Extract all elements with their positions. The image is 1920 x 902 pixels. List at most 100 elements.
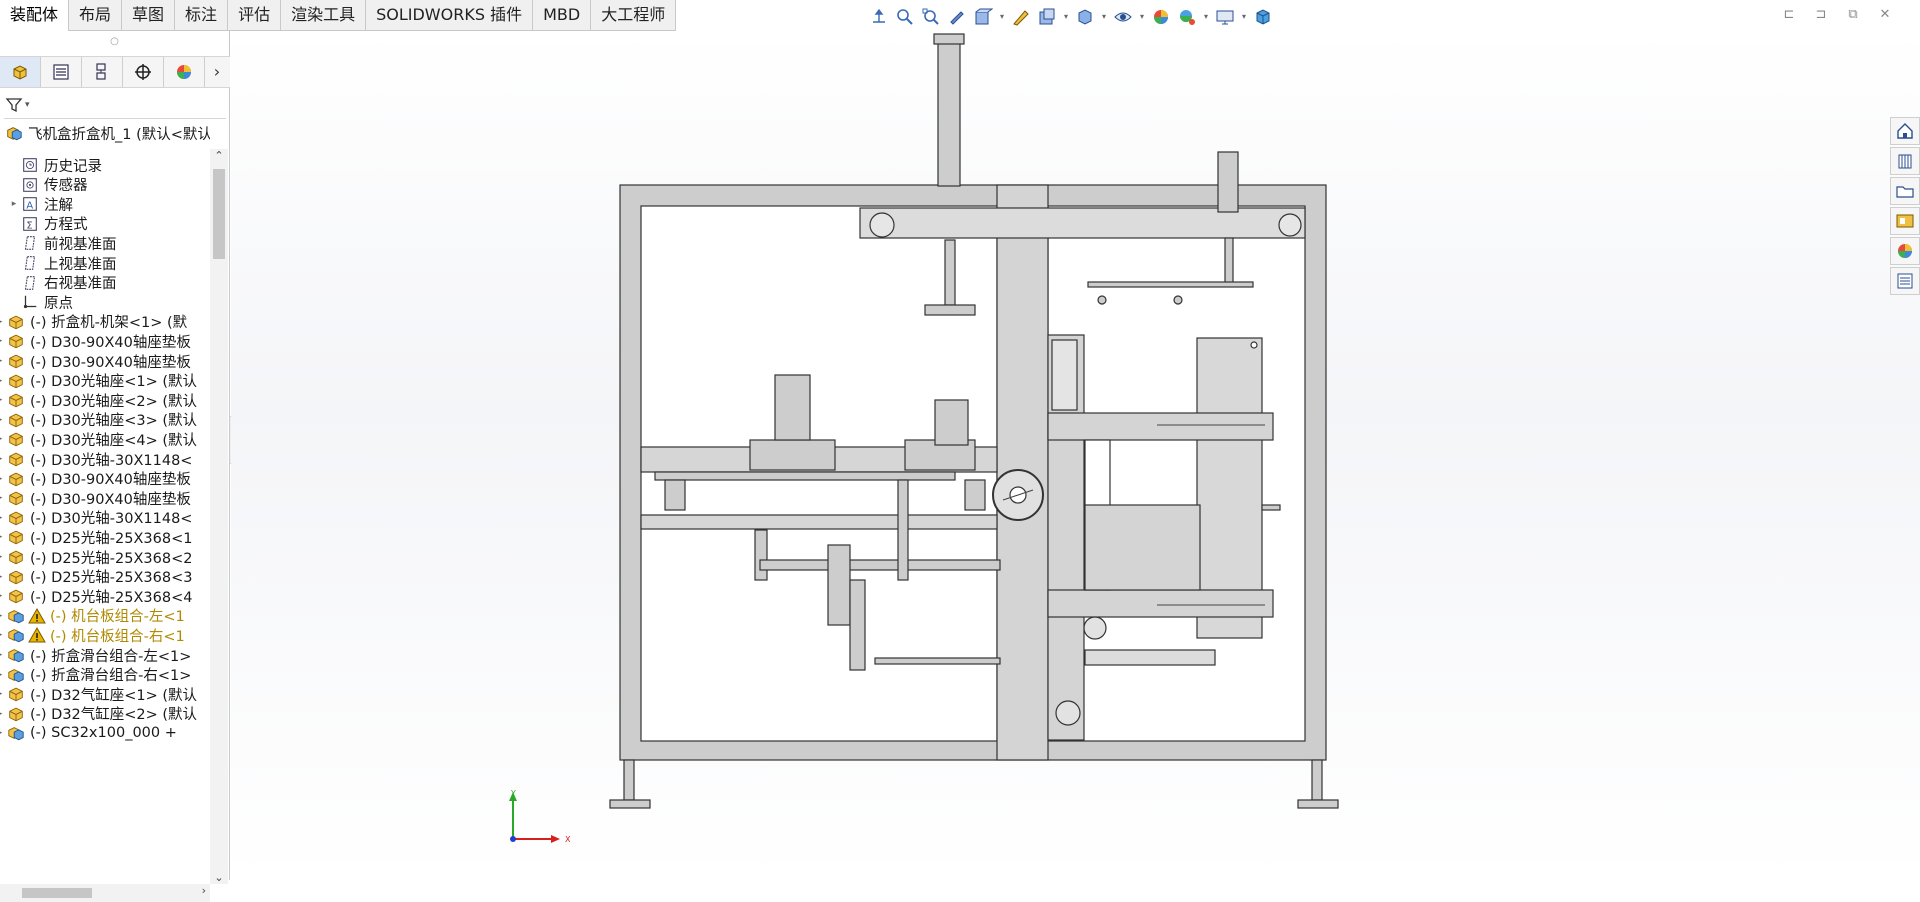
filter-icon [5,97,23,112]
tree-horizontal-scrollbar[interactable]: › [0,884,210,902]
right-bottom-pulley [1055,700,1081,726]
zoom-area-icon[interactable] [920,6,942,28]
view-settings-monitor-icon[interactable] [1214,6,1236,28]
tile-left-icon[interactable]: ⊏ [1780,6,1798,24]
view-orientation-icon[interactable] [868,6,890,28]
tab-5[interactable]: 渲染工具 [281,0,367,31]
tab-4[interactable]: 评估 [228,0,282,31]
zoom-to-fit-icon[interactable] [894,6,916,28]
vertical-rod-right [1224,237,1234,284]
scroll-right-icon[interactable]: › [202,884,206,897]
right-arm-bottom [1047,589,1274,618]
panel-tabs-more-icon[interactable]: › [205,57,229,87]
home-icon[interactable] [1890,117,1920,145]
lower-arm [849,579,866,671]
tab-0[interactable]: 装配体 [0,0,70,31]
tile-right-icon[interactable]: ⊐ [1812,6,1830,24]
tree-vertical-scrollbar[interactable]: ⌃ ⌄ [210,149,228,884]
folder-cylinder-left [774,374,811,441]
assembly-icon [6,723,26,743]
display-manager-icon [177,65,191,79]
tree-item-label: (-) SC32x100_000 + [30,725,177,742]
view-palette-icon[interactable] [1890,207,1920,235]
right-bracket-top [1051,339,1078,411]
pulley-right [1278,213,1302,237]
tab-7[interactable]: MBD [533,0,592,31]
tab-3[interactable]: 标注 [175,0,229,31]
feature-manager-tab[interactable] [0,57,41,87]
bearing-block-left [664,479,686,511]
warning-icon [28,607,46,625]
section-view-icon[interactable] [972,6,994,28]
file-explorer-icon[interactable] [1890,177,1920,205]
dropdown-arrow-icon[interactable]: ▾ [1100,6,1108,28]
tree-root[interactable]: 飞机盒折盒机_1 (默认<默认 [0,121,210,145]
scroll-thumb[interactable] [213,169,225,259]
right-cylinder [1084,649,1216,666]
filter-dropdown-icon: ▾ [25,99,30,110]
motor-block [934,399,969,446]
triad-x-arrow [551,835,560,843]
feature-tree: 历史记录传感器▸A注解Σ方程式前视基准面上视基准面右视基准面原点▸(-) 折盒机… [0,149,210,884]
assembly-icon [4,123,24,143]
display-manager-tab[interactable] [164,57,205,87]
right-roller [1083,616,1107,640]
dropdown-arrow-icon[interactable]: ▾ [1138,6,1146,28]
panel-grip[interactable]: ○ [0,31,229,53]
foot-right-pad [1297,799,1339,809]
warning-icon [28,626,46,644]
rod-foot-left [924,304,976,316]
feature-manager-panel: ○ › ▾ 飞机盒折盒机_1 (默认<默认 历史记录 传感器 ▸ A 注解 Σ 方程式 前视基… [0,31,230,902]
dropdown-arrow-icon[interactable]: ▾ [1240,6,1248,28]
folder-base-left [749,439,836,471]
top-right-post [1217,151,1239,213]
scroll-up-icon[interactable]: ⌃ [210,149,228,162]
tree-filter[interactable]: ▾ [4,91,226,119]
previous-view-icon[interactable] [946,6,968,28]
graphics-area[interactable]: Y X [231,31,1920,880]
scroll-down-icon[interactable]: ⌄ [210,871,228,884]
tab-6[interactable]: SOLIDWORKS 插件 [366,0,534,31]
edit-appearance-icon[interactable] [1150,6,1172,28]
custom-properties-icon[interactable] [1890,267,1920,295]
dimxpert-icon [135,64,151,80]
dynamic-annotation-icon[interactable] [1010,6,1032,28]
dropdown-arrow-icon[interactable]: ▾ [998,6,1006,28]
right-slide-block [1084,504,1201,591]
suction-cup-2 [1173,295,1183,305]
3d-view-icon[interactable] [1252,6,1274,28]
tab-2[interactable]: 草图 [122,0,176,31]
property-manager-icon [53,64,69,80]
top-cylinder [937,35,961,187]
dropdown-arrow-icon[interactable]: ▾ [1062,6,1070,28]
tab-8[interactable]: 大工程师 [591,0,677,31]
suction-cup-1 [1097,295,1107,305]
left-lower-beam [640,514,998,530]
design-library-icon[interactable] [1890,147,1920,175]
foot-left [623,759,635,801]
lower-bracket [754,529,768,581]
dropdown-arrow-icon[interactable]: ▾ [1202,6,1210,28]
right-pin [1261,504,1281,511]
expand-arrow-icon[interactable]: ▸ [8,199,20,209]
panel-hole [1250,341,1258,349]
feature-manager-icon [13,65,27,80]
bearing-block-right [964,479,986,511]
configuration-manager-tab[interactable] [82,57,123,87]
hide-show-icon[interactable] [1112,6,1134,28]
appearances-icon[interactable] [1890,237,1920,265]
close-icon[interactable]: ✕ [1876,6,1894,24]
svg-text:Σ: Σ [26,220,32,231]
vertical-rod-left [944,239,956,306]
hscroll-thumb[interactable] [22,888,92,898]
restore-icon[interactable]: ⧉ [1844,6,1862,24]
triad-y-label: Y [510,789,516,798]
tree-item[interactable]: ▸(-) SC32x100_000 + [0,721,210,745]
right-arm-top [1047,412,1274,441]
view-settings-icon[interactable] [1036,6,1058,28]
dimxpert-manager-tab[interactable] [123,57,164,87]
tab-1[interactable]: 布局 [69,0,123,31]
display-style-icon[interactable] [1074,6,1096,28]
property-manager-tab[interactable] [41,57,82,87]
apply-scene-icon[interactable] [1176,6,1198,28]
